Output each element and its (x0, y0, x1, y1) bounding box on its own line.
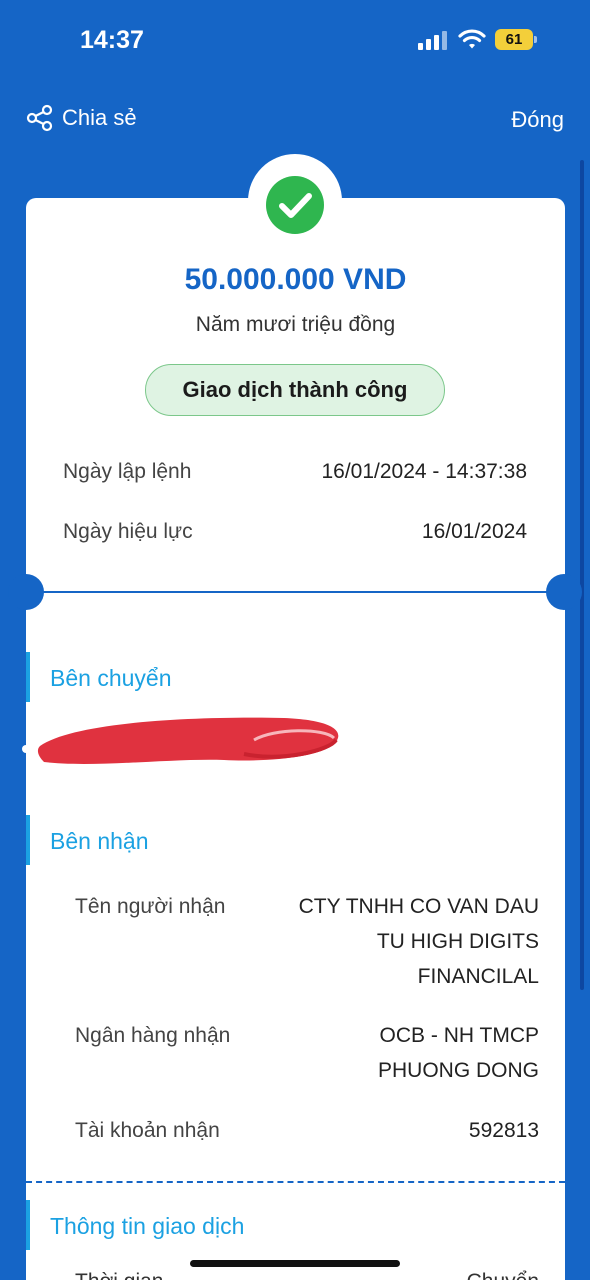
info-type-value: Chuyển (467, 1270, 539, 1280)
status-time: 14:37 (80, 26, 144, 54)
receiver-bank-label: Ngân hàng nhận (75, 1024, 231, 1047)
info-time-label: Thời gian (75, 1270, 163, 1280)
wifi-icon (458, 29, 486, 49)
home-indicator[interactable] (190, 1260, 400, 1267)
battery-level: 61 (495, 29, 533, 50)
receiver-name-label: Tên người nhận (75, 895, 226, 918)
status-badge: Giao dịch thành công (145, 364, 445, 416)
success-check-icon (266, 176, 324, 234)
close-button[interactable]: Đóng (511, 107, 564, 133)
info-section-title: Thông tin giao dịch (50, 1213, 245, 1239)
scrollbar[interactable] (580, 160, 584, 990)
receiver-name-line-2: TU HIGH DIGITS (376, 930, 539, 953)
sender-section-bar (26, 652, 30, 702)
dashed-divider (26, 1181, 565, 1183)
effective-date-value: 16/01/2024 (421, 520, 527, 543)
receiver-section-bar (26, 815, 30, 865)
created-date-label: Ngày lập lệnh (63, 460, 192, 483)
share-label: Chia sẻ (62, 105, 137, 130)
divider (40, 591, 550, 593)
info-section-bar (26, 1200, 30, 1250)
redaction-scribble (37, 717, 339, 764)
battery-icon: 61 (495, 29, 537, 50)
created-date-value: 16/01/2024 - 14:37:38 (321, 460, 527, 483)
share-icon (26, 104, 53, 132)
amount-in-words: Năm mươi triệu đồng (195, 313, 396, 336)
receiver-bank-line-1: OCB - NH TMCP (379, 1024, 539, 1047)
sender-section-title: Bên chuyển (50, 665, 172, 691)
cellular-signal-icon (418, 30, 448, 50)
receiver-bank-line-2: PHUONG DONG (377, 1059, 539, 1082)
receiver-section-title: Bên nhận (50, 828, 149, 854)
receiver-account-label: Tài khoản nhận (75, 1119, 220, 1142)
receiver-name-line-3: FINANCILAL (417, 965, 539, 988)
transaction-amount: 50.000.000 VND (184, 263, 407, 296)
effective-date-label: Ngày hiệu lực (63, 520, 193, 543)
share-button[interactable]: Chia sẻ (26, 104, 137, 132)
receiver-name-line-1: CTY TNHH CO VAN DAU (298, 895, 539, 918)
receiver-account-value: 592813 (468, 1119, 539, 1142)
